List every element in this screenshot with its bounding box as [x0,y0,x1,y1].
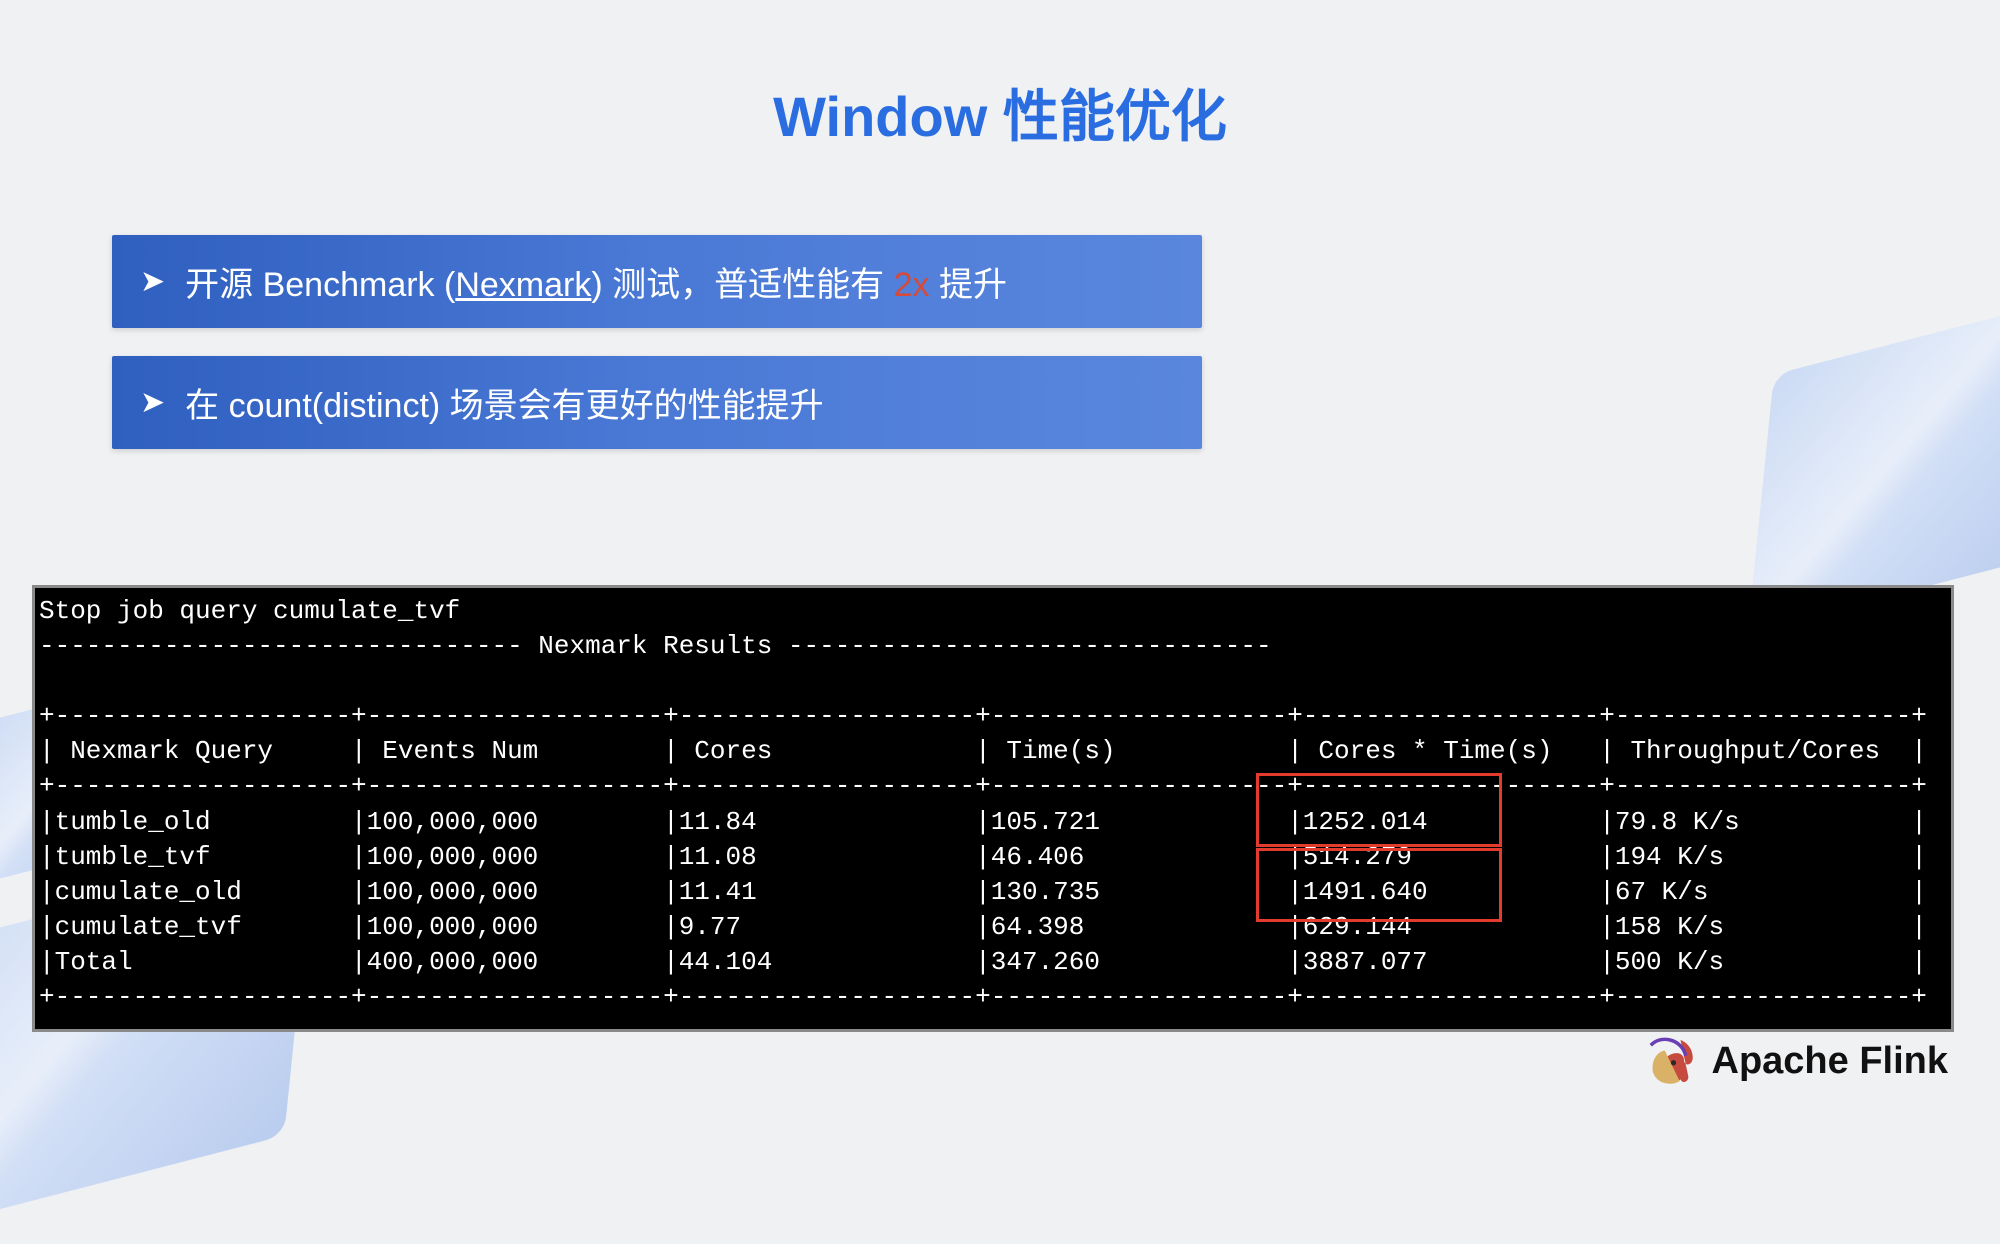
bullet1-post: 提升 [930,266,1007,304]
bullet-benchmark: ➤ 开源 Benchmark (Nexmark) 测试，普适性能有 2x 提升 [112,235,1202,328]
decorative-cloud-right [1760,340,2000,590]
bullet1-mid: ) 测试，普适性能有 [591,266,893,304]
bullet2-text: 在 count(distinct) 场景会有更好的性能提升 [185,378,824,427]
bullet1-pre: 开源 Benchmark ( [185,266,455,304]
flink-squirrel-icon [1642,1033,1698,1089]
footer-brand-text: Apache Flink [1712,1040,1949,1083]
arrow-icon: ➤ [140,385,165,420]
bullet1-link-nexmark: Nexmark [455,266,591,304]
bullet1-highlight-2x: 2x [894,266,930,304]
footer-logo: Apache Flink [1642,1033,1949,1089]
terminal-output: Stop job query cumulate_tvf ------------… [32,585,1954,1032]
bullet-count-distinct: ➤ 在 count(distinct) 场景会有更好的性能提升 [112,356,1202,449]
slide-title: Window 性能优化 [0,72,2000,153]
arrow-icon: ➤ [140,264,165,299]
